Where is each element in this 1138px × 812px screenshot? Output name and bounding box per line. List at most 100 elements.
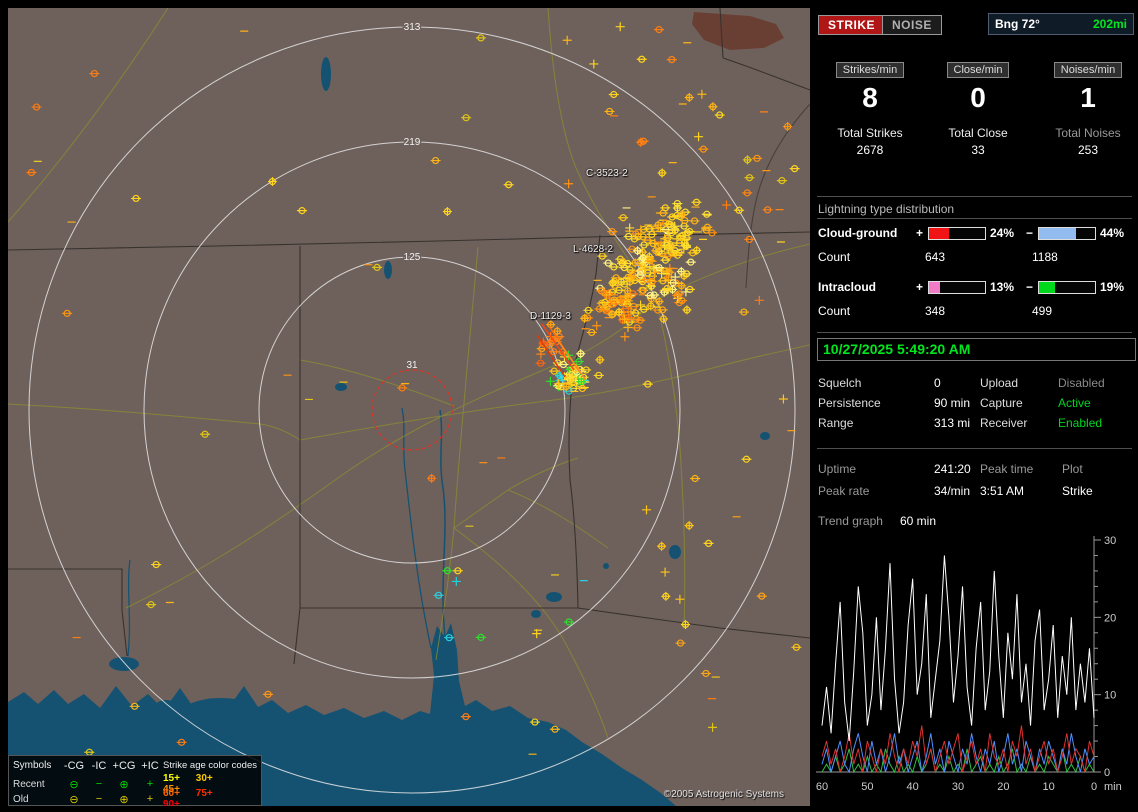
neg-ic-icon: −: [87, 778, 111, 790]
uptime-value: 241:20: [934, 462, 971, 476]
peak-time-label: Peak time: [980, 462, 1033, 476]
svg-text:20: 20: [1104, 612, 1116, 624]
noises-per-min-label: Noises/min: [1054, 62, 1122, 78]
noise-indicator-button[interactable]: NOISE: [882, 15, 942, 35]
age-code: 15+: [163, 773, 193, 784]
ic-plus-pct: 13%: [990, 280, 1014, 294]
intracloud-label: Intracloud: [818, 280, 876, 294]
trend-graph-label: Trend graph: [818, 514, 883, 528]
cloud-ground-label: Cloud-ground: [818, 226, 897, 240]
uptime-label: Uptime: [818, 462, 856, 476]
receiver-label: Receiver: [980, 416, 1027, 430]
squelch-label: Squelch: [818, 376, 861, 390]
cg-minus-count: 1188: [1032, 250, 1058, 264]
svg-text:30: 30: [1104, 535, 1116, 547]
bearing-label: Bng 72°: [995, 17, 1040, 31]
noises-per-min-value: 1: [1033, 82, 1138, 114]
pos-ic-icon: +: [137, 793, 163, 805]
legend-pos-cg-label: +CG: [111, 760, 137, 772]
peak-rate-row: Peak rate 34/min 3:51 AM Strike: [818, 484, 1134, 499]
cloud-ground-row: Cloud-ground + 24% − 44%: [818, 226, 1134, 240]
svg-text:50: 50: [861, 781, 873, 793]
map-legend: Symbols -CG -IC +CG +IC Strike age color…: [8, 755, 262, 806]
ic-minus-count: 499: [1032, 304, 1052, 318]
strikes-per-min-value: 8: [815, 82, 925, 114]
total-strikes-label: Total Strikes: [815, 126, 925, 140]
neg-cg-icon: ⊖: [61, 793, 87, 806]
age-code: 30+: [196, 773, 226, 784]
legend-pos-ic-label: +IC: [137, 760, 163, 772]
bearing-distance: 202mi: [1093, 17, 1127, 31]
strikes-per-min-label: Strikes/min: [836, 62, 904, 78]
legend-recent-row: Recent ⊖ − ⊕ + 15+ 30+ 45+: [13, 773, 257, 788]
ic-plus-count: 348: [925, 304, 945, 318]
uptime-row: Uptime 241:20 Peak time Plot: [818, 462, 1134, 477]
peak-time-value: 3:51 AM: [980, 484, 1024, 498]
strike-indicator-button[interactable]: STRIKE: [818, 15, 885, 35]
bar-fill: [929, 282, 940, 293]
total-strikes-value: 2678: [815, 143, 925, 157]
svg-text:219: 219: [404, 137, 421, 148]
intracloud-row: Intracloud + 13% − 19%: [818, 280, 1134, 294]
close-per-min-value: 0: [923, 82, 1033, 114]
svg-text:20: 20: [997, 781, 1009, 793]
ic-minus-pct: 19%: [1100, 280, 1124, 294]
age-code: 75+: [196, 788, 226, 799]
range-label: Range: [818, 416, 853, 430]
capture-status: Active: [1058, 396, 1091, 410]
storm-cell-label: C-3523-2: [586, 168, 628, 179]
storm-cell-label: L-4628-2: [573, 244, 613, 255]
storm-cell-label: D-1129-3: [530, 311, 571, 322]
svg-text:60: 60: [816, 781, 828, 793]
close-column: Close/min 0 Total Close 33: [923, 62, 1033, 157]
capture-label: Capture: [980, 396, 1023, 410]
peak-rate-label: Peak rate: [818, 484, 869, 498]
divider: [817, 218, 1132, 219]
plot-type-value: Strike: [1062, 484, 1093, 498]
svg-text:10: 10: [1043, 781, 1055, 793]
legend-old-label: Old: [13, 794, 61, 805]
ic-minus-bar: [1038, 281, 1096, 294]
copyright-text: ©2005 Astrogenic Systems: [664, 789, 784, 800]
receiver-status: Enabled: [1058, 416, 1102, 430]
total-close-label: Total Close: [923, 126, 1033, 140]
intracloud-count-row: Count 348 499: [818, 304, 1134, 318]
legend-neg-ic-label: -IC: [87, 760, 111, 772]
legend-old-ages: 60+ 75+ 90+: [163, 788, 257, 806]
bar-fill: [1039, 228, 1076, 239]
trend-window-value: 60 min: [900, 514, 936, 528]
neg-cg-icon: ⊖: [61, 778, 87, 791]
range-value: 313 mi: [934, 416, 970, 430]
divider: [817, 332, 1132, 333]
total-close-value: 33: [923, 143, 1033, 157]
neg-ic-icon: −: [87, 793, 111, 805]
noises-column: Noises/min 1 Total Noises 253: [1033, 62, 1138, 157]
plus-sign: +: [916, 226, 923, 240]
total-noises-label: Total Noises: [1033, 126, 1138, 140]
legend-header-row: Symbols -CG -IC +CG +IC Strike age color…: [13, 758, 257, 773]
map-area[interactable]: 31321912531 Symbols -CG -IC +CG +IC Stri…: [8, 8, 810, 806]
peak-rate-value: 34/min: [934, 484, 970, 498]
plot-label: Plot: [1062, 462, 1083, 476]
age-code: 90+: [163, 799, 193, 806]
upload-status: Disabled: [1058, 376, 1105, 390]
divider: [817, 448, 1132, 449]
persistence-row: Persistence 90 min Capture Active: [818, 396, 1134, 411]
age-code: 60+: [163, 788, 193, 799]
sidebar: STRIKE NOISE Bng 72° 202mi Strikes/min 8…: [812, 0, 1138, 812]
svg-text:0: 0: [1104, 767, 1110, 779]
upload-label: Upload: [980, 376, 1018, 390]
map-svg: 31321912531: [8, 8, 810, 806]
cg-plus-pct: 24%: [990, 226, 1014, 240]
svg-text:40: 40: [907, 781, 919, 793]
cg-plus-count: 643: [925, 250, 945, 264]
distribution-title: Lightning type distribution: [818, 202, 954, 216]
svg-text:30: 30: [952, 781, 964, 793]
cg-plus-bar: [928, 227, 986, 240]
persistence-value: 90 min: [934, 396, 970, 410]
svg-text:10: 10: [1104, 690, 1116, 702]
bar-fill: [1039, 282, 1055, 293]
ic-plus-bar: [928, 281, 986, 294]
legend-age-title: Strike age color codes: [163, 760, 257, 771]
pos-cg-icon: ⊕: [111, 778, 137, 791]
